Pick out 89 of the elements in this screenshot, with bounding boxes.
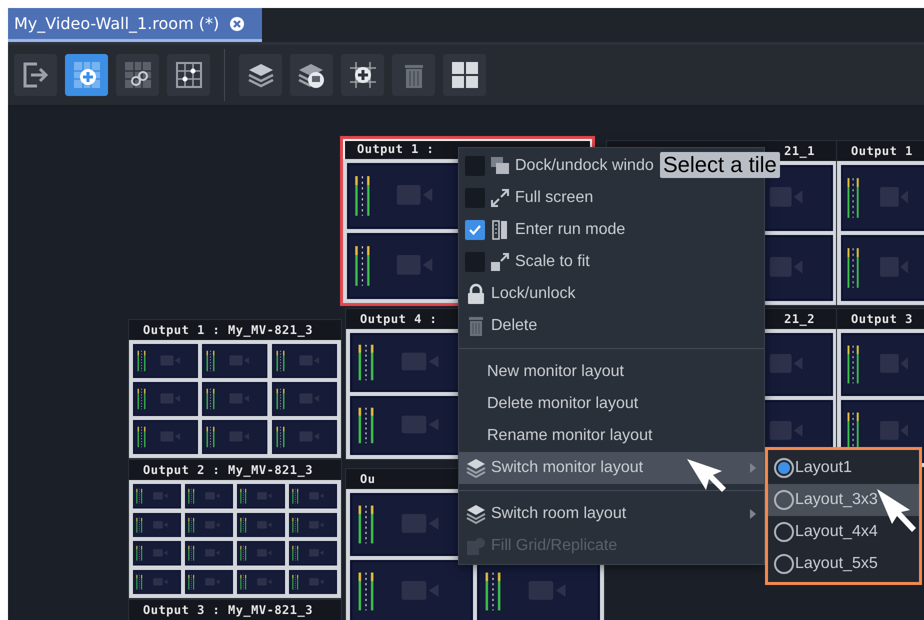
fullscreen-icon xyxy=(489,187,511,209)
video-tile[interactable] xyxy=(841,235,924,301)
video-tile[interactable] xyxy=(133,541,181,566)
toolbar-button[interactable] xyxy=(239,54,282,96)
grid-dots-icon xyxy=(174,60,204,90)
monitor[interactable]: Output 2 : My_MV-821_3 xyxy=(128,459,342,599)
video-tile[interactable] xyxy=(133,484,181,508)
toolbar-button[interactable] xyxy=(341,54,384,96)
video-tile[interactable] xyxy=(185,484,233,508)
hint-text: Select a tile xyxy=(660,152,780,178)
monitor-title: 21_1 xyxy=(784,144,815,158)
layout-option[interactable]: Layout_3x3 xyxy=(768,484,919,516)
video-tile[interactable] xyxy=(350,560,473,620)
video-tile[interactable] xyxy=(185,512,233,537)
video-tile[interactable] xyxy=(133,344,198,378)
checkbox[interactable] xyxy=(465,252,485,272)
checkmark-icon xyxy=(468,223,482,237)
video-tile[interactable] xyxy=(289,484,337,508)
grid-icon xyxy=(450,60,480,90)
video-tile[interactable] xyxy=(289,570,337,594)
menu-item[interactable]: Delete monitor layout xyxy=(459,388,644,420)
monitor-title: Output 4 : xyxy=(360,312,438,326)
monitor-title: Ou xyxy=(360,472,376,486)
video-tile[interactable] xyxy=(133,420,198,454)
room-canvas[interactable] xyxy=(8,108,924,620)
close-icon[interactable] xyxy=(229,16,246,32)
video-tile[interactable] xyxy=(133,570,181,594)
grid-plus-icon xyxy=(348,60,378,90)
radio-button[interactable] xyxy=(774,522,794,542)
lock-icon xyxy=(465,283,487,305)
video-tile[interactable] xyxy=(133,512,181,537)
radio-button[interactable] xyxy=(774,458,794,478)
radio-button[interactable] xyxy=(774,490,794,510)
cursor-icon xyxy=(876,488,918,534)
checkbox[interactable] xyxy=(465,188,485,208)
checkbox[interactable] xyxy=(465,220,485,240)
video-tile[interactable] xyxy=(272,382,337,416)
document-tab[interactable]: My_Video-Wall_1.room (*) xyxy=(8,8,262,42)
toolbar-button[interactable] xyxy=(14,54,57,96)
video-tile[interactable] xyxy=(272,420,337,454)
toolbar-button[interactable] xyxy=(167,54,210,96)
monitor-title: Output 1 : My_MV-821_3 xyxy=(143,323,313,337)
video-tile[interactable] xyxy=(841,333,924,396)
fill-grid-icon xyxy=(465,535,487,557)
toolbar-button[interactable] xyxy=(443,54,486,96)
video-tile[interactable] xyxy=(202,344,268,378)
video-tile[interactable] xyxy=(185,570,233,594)
radio-button[interactable] xyxy=(774,554,794,574)
video-tile[interactable] xyxy=(841,165,924,231)
video-tile[interactable] xyxy=(289,541,337,566)
layout-option[interactable]: Layout_4x4 xyxy=(768,516,919,548)
monitor-title: Output 3 : My_MV-821_3 xyxy=(143,603,313,617)
menu-item[interactable]: Scale to fit xyxy=(459,246,596,278)
add-tile-icon xyxy=(72,60,102,90)
cursor-icon xyxy=(686,458,728,494)
scale-icon xyxy=(489,251,511,273)
layers-icon xyxy=(465,457,487,479)
video-tile[interactable] xyxy=(237,541,285,566)
monitor-title: Output 3 xyxy=(851,312,913,326)
menu-item[interactable]: Rename monitor layout xyxy=(459,420,658,452)
layout-option[interactable]: Layout_5x5 xyxy=(768,548,919,580)
toolbar-button[interactable] xyxy=(116,54,159,96)
submenu-arrow-icon xyxy=(750,463,756,473)
checkbox[interactable] xyxy=(465,156,485,176)
windows-icon xyxy=(489,155,511,177)
exit-icon xyxy=(20,60,50,90)
monitor-title: 21_2 xyxy=(784,312,815,326)
monitor-title: Output 1 xyxy=(851,144,913,158)
video-tile[interactable] xyxy=(237,570,285,594)
video-tile[interactable] xyxy=(133,382,198,416)
submenu-arrow-icon xyxy=(750,509,756,519)
video-tile[interactable] xyxy=(289,512,337,537)
monitor[interactable]: Output 1 : My_MV-821_3 xyxy=(128,319,342,459)
layers-icon xyxy=(465,503,487,525)
monitor[interactable]: Output 1 xyxy=(836,140,924,306)
menu-item[interactable]: New monitor layout xyxy=(459,356,630,388)
monitor-title: Output 2 : My_MV-821_3 xyxy=(143,463,313,477)
video-tile[interactable] xyxy=(202,382,268,416)
menu-item[interactable]: Delete xyxy=(459,310,544,342)
video-tile[interactable] xyxy=(272,344,337,378)
video-tile[interactable] xyxy=(202,420,268,454)
monitor-title: Output 1 : xyxy=(357,142,434,156)
video-tile[interactable] xyxy=(237,512,285,537)
monitor[interactable]: Output 3 : My_MV-821_3 xyxy=(128,599,342,620)
video-tile[interactable] xyxy=(237,484,285,508)
video-tile[interactable] xyxy=(185,541,233,566)
toolbar-button[interactable] xyxy=(290,54,333,96)
grid-link-icon xyxy=(122,60,152,90)
menu-item[interactable]: Switch monitor layout xyxy=(459,452,764,484)
